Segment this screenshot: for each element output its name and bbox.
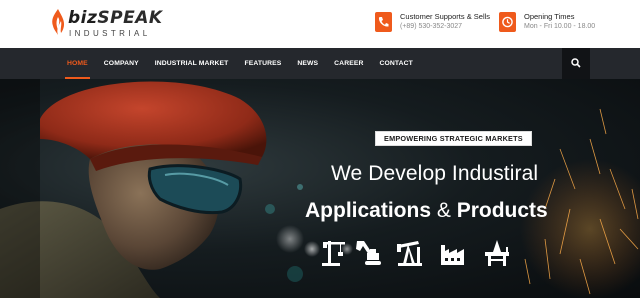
hero-sub-amp: &	[436, 199, 451, 222]
factory-icon	[441, 245, 464, 265]
hero-slider: EMPOWERING STRATEGIC MARKETS We Develop …	[0, 79, 640, 298]
hero-sub-products: Products	[456, 199, 548, 222]
hero-headline: We Develop Industiral	[331, 162, 539, 185]
brand-logo[interactable]: bizSPEAK INDUSTRIAL	[50, 8, 163, 40]
phone-icon	[375, 12, 392, 32]
hero-sub-applications: Applications	[305, 199, 432, 222]
excavator-icon	[356, 241, 381, 265]
brand-name-part2: SPEAK	[97, 8, 163, 28]
oil-pump-icon	[397, 241, 422, 266]
nav-item-features[interactable]: FEATURES	[236, 48, 289, 79]
search-icon	[571, 58, 581, 68]
nav-item-company[interactable]: COMPANY	[96, 48, 147, 79]
nav-item-industrial-market[interactable]: INDUSTRIAL MARKET	[147, 48, 237, 79]
main-nav: HOME COMPANY INDUSTRIAL MARKET FEATURES …	[0, 48, 640, 84]
brand-tagline: INDUSTRIAL	[69, 29, 151, 38]
nav-menu: HOME COMPANY INDUSTRIAL MARKET FEATURES …	[59, 48, 421, 84]
support-title: Customer Supports & Sells	[400, 12, 491, 21]
brand-name: bizSPEAK	[68, 8, 163, 28]
oil-rig-icon	[485, 240, 509, 266]
nav-item-career[interactable]: CAREER	[326, 48, 371, 79]
contact-support: Customer Supports & Sells (+89) 530-352-…	[375, 12, 490, 34]
crane-icon	[322, 241, 345, 266]
nav-item-home[interactable]: HOME	[59, 48, 96, 84]
support-phone[interactable]: (+89) 530-352-3027	[400, 22, 462, 31]
top-header: bizSPEAK INDUSTRIAL Customer Supports & …	[0, 0, 640, 48]
contact-hours: Opening Times Mon - Fri 10.00 - 18.00	[499, 12, 609, 34]
hero-tagline: EMPOWERING STRATEGIC MARKETS	[375, 131, 532, 146]
search-button[interactable]	[562, 48, 590, 79]
hours-detail: Mon - Fri 10.00 - 18.00	[524, 23, 596, 30]
clock-icon	[499, 12, 516, 32]
flame-icon	[52, 9, 65, 35]
industry-icons	[320, 239, 520, 269]
brand-name-part1: biz	[68, 8, 98, 28]
hero-subheadline: Applications & Products	[305, 199, 548, 223]
hours-title: Opening Times	[524, 12, 575, 21]
nav-item-news[interactable]: NEWS	[289, 48, 326, 79]
nav-item-contact[interactable]: CONTACT	[371, 48, 420, 79]
